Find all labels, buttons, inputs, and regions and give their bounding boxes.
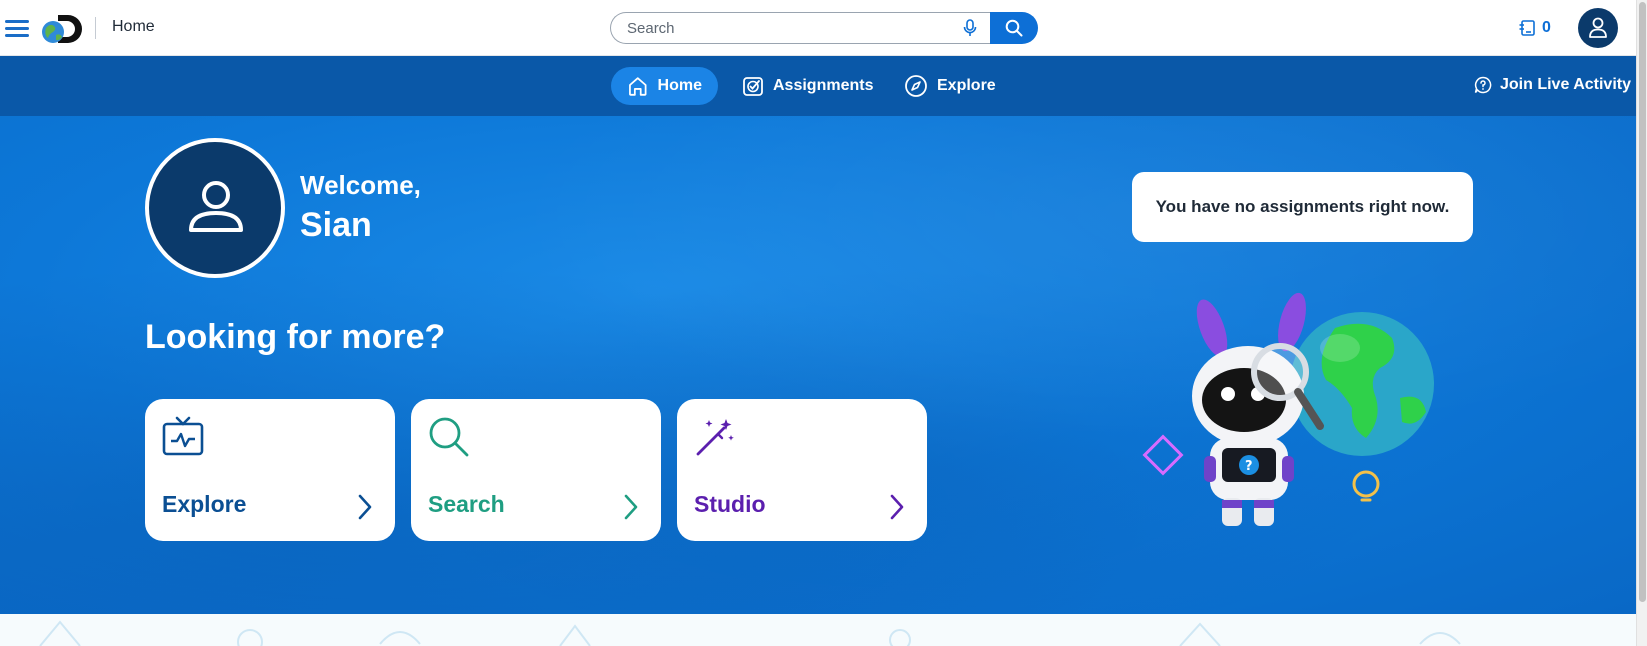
search-icon	[1005, 19, 1023, 37]
join-live-activity-link[interactable]: Join Live Activity	[1474, 76, 1631, 94]
chevron-right-icon	[624, 494, 638, 520]
page: Home 0	[0, 0, 1647, 646]
nav-item-label: Home	[657, 77, 702, 94]
home-icon	[629, 77, 647, 96]
nav-item-assignments[interactable]: Assignments	[726, 67, 889, 105]
hero-section: Welcome, Sian You have no assignments ri…	[0, 116, 1636, 614]
user-icon	[1589, 17, 1607, 38]
page-scrollbar[interactable]	[1636, 0, 1647, 646]
looking-heading: Looking for more?	[145, 318, 446, 356]
user-name: Sian	[300, 206, 372, 244]
welcome-text: Welcome,	[300, 170, 421, 200]
user-icon	[189, 181, 243, 232]
chevron-right-icon	[358, 494, 372, 520]
search-card[interactable]: Search	[411, 399, 661, 541]
card-label: Explore	[162, 491, 247, 517]
nav-item-label: Explore	[937, 77, 996, 94]
notice-text: You have no assignments right now.	[1155, 197, 1450, 216]
hamburger-menu-icon[interactable]	[5, 18, 29, 38]
robot-globe-illustration: ?	[1142, 292, 1434, 526]
discovery-education-logo[interactable]	[40, 13, 88, 45]
search-input[interactable]	[610, 12, 990, 44]
search-button[interactable]	[990, 12, 1038, 44]
counter-value: 0	[1542, 19, 1551, 36]
logo-divider	[95, 17, 96, 39]
assignments-counter[interactable]: 0	[1518, 17, 1551, 39]
card-label: Studio	[694, 491, 766, 517]
assignments-notice: You have no assignments right now.	[1132, 172, 1473, 242]
magnifier-icon	[429, 417, 469, 457]
user-avatar-button[interactable]	[1578, 8, 1618, 48]
question-bubble-icon	[1474, 76, 1492, 94]
tv-icon	[162, 416, 204, 456]
card-label: Search	[428, 491, 505, 517]
nav-item-explore[interactable]: Explore	[888, 67, 1012, 105]
assignment-list-icon	[1519, 20, 1535, 36]
search-bar	[610, 12, 1038, 44]
svg-text:?: ?	[1245, 459, 1253, 474]
compass-icon	[905, 75, 927, 97]
main-nav: Home Assignments Explore Join Live Activ…	[0, 56, 1636, 116]
profile-avatar	[145, 138, 285, 278]
footer-decoration	[0, 614, 1636, 646]
join-live-label: Join Live Activity	[1500, 76, 1631, 93]
nav-item-home[interactable]: Home	[611, 67, 718, 105]
explore-card[interactable]: Explore	[145, 399, 395, 541]
magic-wand-icon	[696, 419, 734, 456]
doodle-pattern	[39, 620, 1461, 646]
page-title: Home	[112, 18, 155, 35]
nav-item-label: Assignments	[773, 77, 874, 94]
scrollbar-thumb[interactable]	[1639, 2, 1646, 602]
chevron-right-icon	[890, 494, 904, 520]
microphone-icon[interactable]	[962, 19, 978, 37]
top-bar: Home 0	[0, 0, 1636, 56]
studio-card[interactable]: Studio	[677, 399, 927, 541]
assignment-check-icon	[743, 77, 763, 96]
